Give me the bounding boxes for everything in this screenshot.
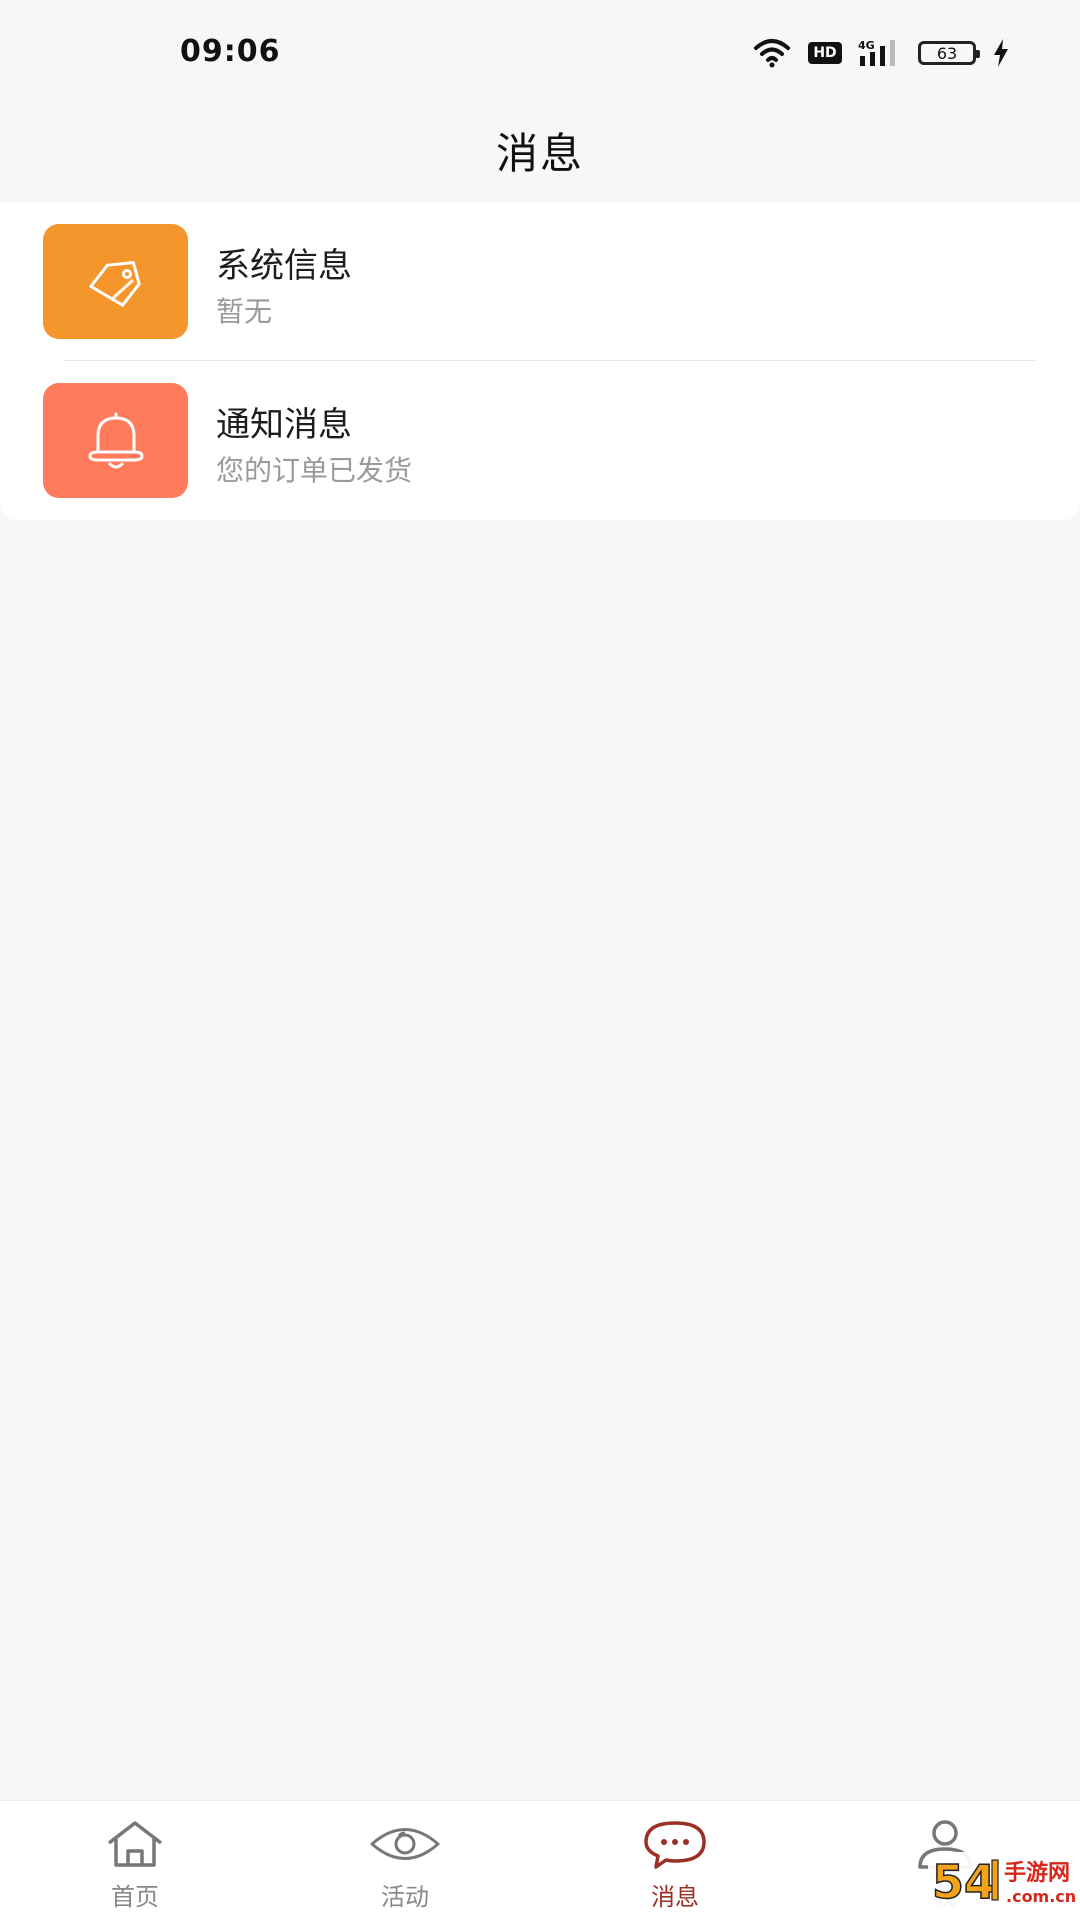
home-icon bbox=[107, 1821, 163, 1867]
svg-text:手游网: 手游网 bbox=[1004, 1860, 1070, 1886]
page-title: 消息 bbox=[495, 128, 584, 178]
page-header: 消息 bbox=[0, 100, 1080, 200]
status-icons: HD 4G 63 bbox=[752, 34, 1010, 72]
nav-item-activity[interactable]: 活动 bbox=[270, 1801, 540, 1921]
svg-text:.com.cn: .com.cn bbox=[1006, 1887, 1076, 1906]
signal-icon: 4G bbox=[858, 39, 895, 66]
charging-icon bbox=[994, 39, 1008, 67]
battery-indicator: 63 bbox=[918, 41, 980, 65]
chat-icon bbox=[644, 1821, 706, 1869]
message-icon-box bbox=[43, 224, 188, 339]
message-title: 通知消息 bbox=[216, 405, 352, 445]
network-label: 4G bbox=[858, 39, 875, 52]
nav-label: 消息 bbox=[651, 1883, 699, 1911]
message-item-system[interactable]: 系统信息 暂无 bbox=[0, 202, 1080, 361]
status-time: 09:06 bbox=[180, 34, 281, 69]
nav-item-messages[interactable]: 消息 bbox=[540, 1801, 810, 1921]
wifi-icon bbox=[754, 39, 790, 68]
message-title: 系统信息 bbox=[216, 246, 352, 286]
bottom-nav: 首页 活动 消息 我 bbox=[0, 1800, 1080, 1921]
message-item-notification[interactable]: 通知消息 您的订单已发货 bbox=[0, 361, 1080, 520]
status-bar: 09:06 HD 4G 63 bbox=[0, 0, 1080, 100]
tag-icon bbox=[88, 260, 141, 307]
message-subtitle: 您的订单已发货 bbox=[216, 454, 413, 487]
watermark-logo: 54 手游网 .com.cn bbox=[928, 1852, 1076, 1910]
eye-icon bbox=[370, 1828, 440, 1860]
nav-label: 活动 bbox=[381, 1883, 429, 1911]
bell-icon bbox=[88, 412, 143, 468]
svg-text:54: 54 bbox=[932, 1855, 996, 1909]
message-subtitle: 暂无 bbox=[216, 295, 273, 328]
message-icon-box bbox=[43, 383, 188, 498]
battery-level: 63 bbox=[936, 43, 958, 63]
nav-item-home[interactable]: 首页 bbox=[0, 1801, 270, 1921]
hd-badge: HD bbox=[808, 42, 842, 64]
message-list: 系统信息 暂无 通知消息 您的订单已发货 bbox=[0, 202, 1080, 520]
nav-label: 首页 bbox=[111, 1883, 159, 1911]
